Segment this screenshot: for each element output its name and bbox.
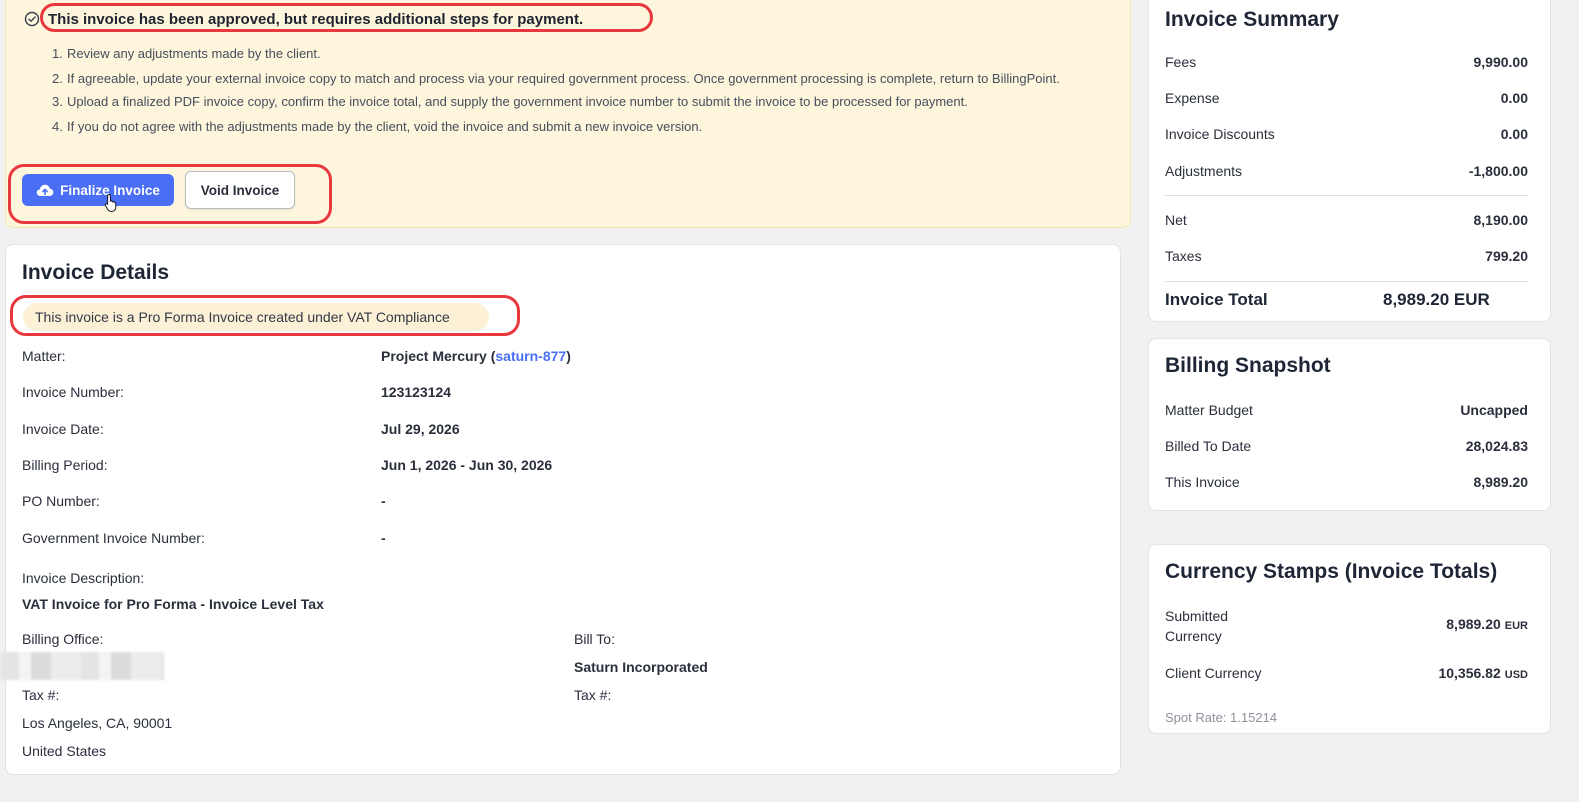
invoice-total-label: Invoice Total	[1165, 290, 1268, 309]
step-number: 3.	[52, 94, 63, 109]
invoice-date-value: Jul 29, 2026	[381, 421, 460, 437]
expense-row: Expense 0.00	[1165, 88, 1528, 108]
spot-rate: Spot Rate: 1.15214	[1165, 710, 1278, 725]
divider	[1165, 195, 1528, 196]
fees-label: Fees	[1165, 54, 1197, 70]
vat-compliance-note: This invoice is a Pro Forma Invoice crea…	[23, 303, 489, 331]
submitted-currency-code: EUR	[1504, 620, 1528, 632]
discounts-value: 0.00	[1500, 126, 1528, 142]
submitted-currency-label-line1: Submitted	[1165, 608, 1229, 624]
approval-banner-title: This invoice has been approved, but requ…	[48, 10, 584, 28]
client-currency-row: Client Currency 10,356.82 USD	[1165, 663, 1528, 683]
divider	[1165, 281, 1528, 282]
cloud-upload-icon	[36, 184, 54, 196]
matter-label: Matter:	[22, 348, 66, 364]
address-country: United States	[22, 743, 107, 759]
billed-to-date-value: 28,024.83	[1465, 438, 1528, 454]
currency-stamps-title: Currency Stamps (Invoice Totals)	[1165, 560, 1498, 583]
expense-label: Expense	[1165, 90, 1220, 106]
po-number-label: PO Number:	[22, 493, 100, 509]
hand-cursor-icon	[104, 193, 117, 213]
government-invoice-number-label: Government Invoice Number:	[22, 530, 205, 546]
matter-close: )	[566, 348, 571, 364]
step-text: If agreeable, update your external invoi…	[67, 71, 1060, 86]
list-item: 1. Review any adjustments made by the cli…	[52, 44, 1112, 63]
submitted-currency-value: 8,989.20 EUR	[1446, 616, 1528, 632]
invoice-description-label: Invoice Description:	[22, 570, 145, 586]
fees-row: Fees 9,990.00	[1165, 52, 1528, 72]
this-invoice-label: This Invoice	[1165, 474, 1240, 490]
address-city: Los Angeles, CA, 90001	[22, 715, 173, 731]
taxes-row: Taxes 799.20	[1165, 246, 1528, 266]
billed-to-date-row: Billed To Date 28,024.83	[1165, 436, 1528, 456]
invoice-details-title: Invoice Details	[22, 261, 170, 284]
tax-number-label-office: Tax #:	[22, 687, 60, 703]
invoice-number-label: Invoice Number:	[22, 384, 124, 400]
finalize-invoice-button[interactable]: Finalize Invoice	[22, 174, 174, 206]
list-item: 4. If you do not agree with the adjustmen…	[52, 117, 1112, 136]
step-number: 2.	[52, 71, 63, 86]
po-number-value: -	[381, 493, 386, 509]
client-amount: 10,356.82	[1438, 665, 1501, 681]
net-value: 8,190.00	[1473, 212, 1529, 228]
bill-to-label: Bill To:	[574, 631, 615, 647]
billing-period-label: Billing Period:	[22, 457, 108, 473]
matter-name: Project Mercury (	[381, 348, 496, 364]
invoice-summary-card: Invoice Summary Fees 9,990.00 Expense 0.00…	[1148, 0, 1551, 322]
matter-budget-value: Uncapped	[1460, 402, 1528, 418]
bill-to-name: Saturn Incorporated	[574, 659, 708, 675]
client-currency-code: USD	[1504, 669, 1528, 681]
fees-value: 9,990.00	[1473, 54, 1529, 70]
matter-value: Project Mercury (saturn-877)	[381, 346, 571, 366]
taxes-label: Taxes	[1165, 248, 1202, 264]
billing-period-value: Jun 1, 2026 - Jun 30, 2026	[381, 457, 553, 473]
list-item: 2. If agreeable, update your external inv…	[52, 69, 1112, 88]
adjustments-label: Adjustments	[1165, 163, 1243, 179]
adjustments-value: -1,800.00	[1468, 163, 1528, 179]
billing-office-label: Billing Office:	[22, 631, 104, 647]
expense-value: 0.00	[1500, 90, 1528, 106]
approval-banner: This invoice has been approved, but requ…	[5, 0, 1131, 228]
step-text: Upload a finalized PDF invoice copy, con…	[67, 94, 968, 109]
matter-budget-row: Matter Budget Uncapped	[1165, 400, 1528, 420]
step-number: 4.	[52, 119, 63, 134]
check-circle-icon	[24, 11, 40, 27]
currency-stamps-card: Currency Stamps (Invoice Totals) Submitt…	[1148, 544, 1551, 734]
this-invoice-value: 8,989.20	[1473, 474, 1529, 490]
invoice-date-label: Invoice Date:	[22, 421, 104, 437]
approval-banner-header: This invoice has been approved, but requ…	[24, 6, 583, 32]
matter-code-link[interactable]: saturn-877	[495, 348, 566, 364]
invoice-total-value: 8,989.20 EUR	[1383, 290, 1490, 309]
net-label: Net	[1165, 212, 1187, 228]
submitted-currency-label: Submitted Currency	[1165, 606, 1228, 646]
this-invoice-row: This Invoice 8,989.20	[1165, 472, 1528, 492]
invoice-description-value: VAT Invoice for Pro Forma - Invoice Leve…	[22, 596, 324, 612]
matter-budget-label: Matter Budget	[1165, 402, 1253, 418]
step-text: Review any adjustments made by the clien…	[67, 46, 321, 61]
adjustments-row: Adjustments -1,800.00	[1165, 161, 1528, 181]
tax-number-label-bill-to: Tax #:	[574, 687, 612, 703]
discounts-row: Invoice Discounts 0.00	[1165, 124, 1528, 144]
invoice-number-value: 123123124	[381, 384, 452, 400]
approval-steps-list: 1. Review any adjustments made by the cli…	[52, 44, 1112, 142]
government-invoice-number-value: -	[381, 530, 386, 546]
redacted-billing-office	[1, 652, 164, 680]
step-text: If you do not agree with the adjustments…	[67, 119, 703, 134]
invoice-summary-title: Invoice Summary	[1165, 8, 1339, 31]
discounts-label: Invoice Discounts	[1165, 126, 1275, 142]
void-invoice-button[interactable]: Void Invoice	[185, 171, 295, 209]
step-number: 1.	[52, 46, 63, 61]
list-item: 3. Upload a finalized PDF invoice copy, c…	[52, 92, 1112, 111]
net-row: Net 8,190.00	[1165, 210, 1528, 230]
submitted-amount: 8,989.20	[1446, 616, 1501, 632]
invoice-details-card: Invoice Details This invoice is a Pro Fo…	[1, 244, 1121, 775]
client-currency-label: Client Currency	[1165, 665, 1262, 681]
submitted-currency-label-line2: Currency	[1165, 628, 1222, 644]
billing-snapshot-title: Billing Snapshot	[1165, 354, 1331, 377]
taxes-value: 799.20	[1485, 248, 1528, 264]
banner-actions: Finalize Invoice Void Invoice	[22, 171, 295, 209]
billing-snapshot-card: Billing Snapshot Matter Budget Uncapped B…	[1148, 338, 1551, 511]
client-currency-value: 10,356.82 USD	[1438, 665, 1528, 681]
billed-to-date-label: Billed To Date	[1165, 438, 1252, 454]
